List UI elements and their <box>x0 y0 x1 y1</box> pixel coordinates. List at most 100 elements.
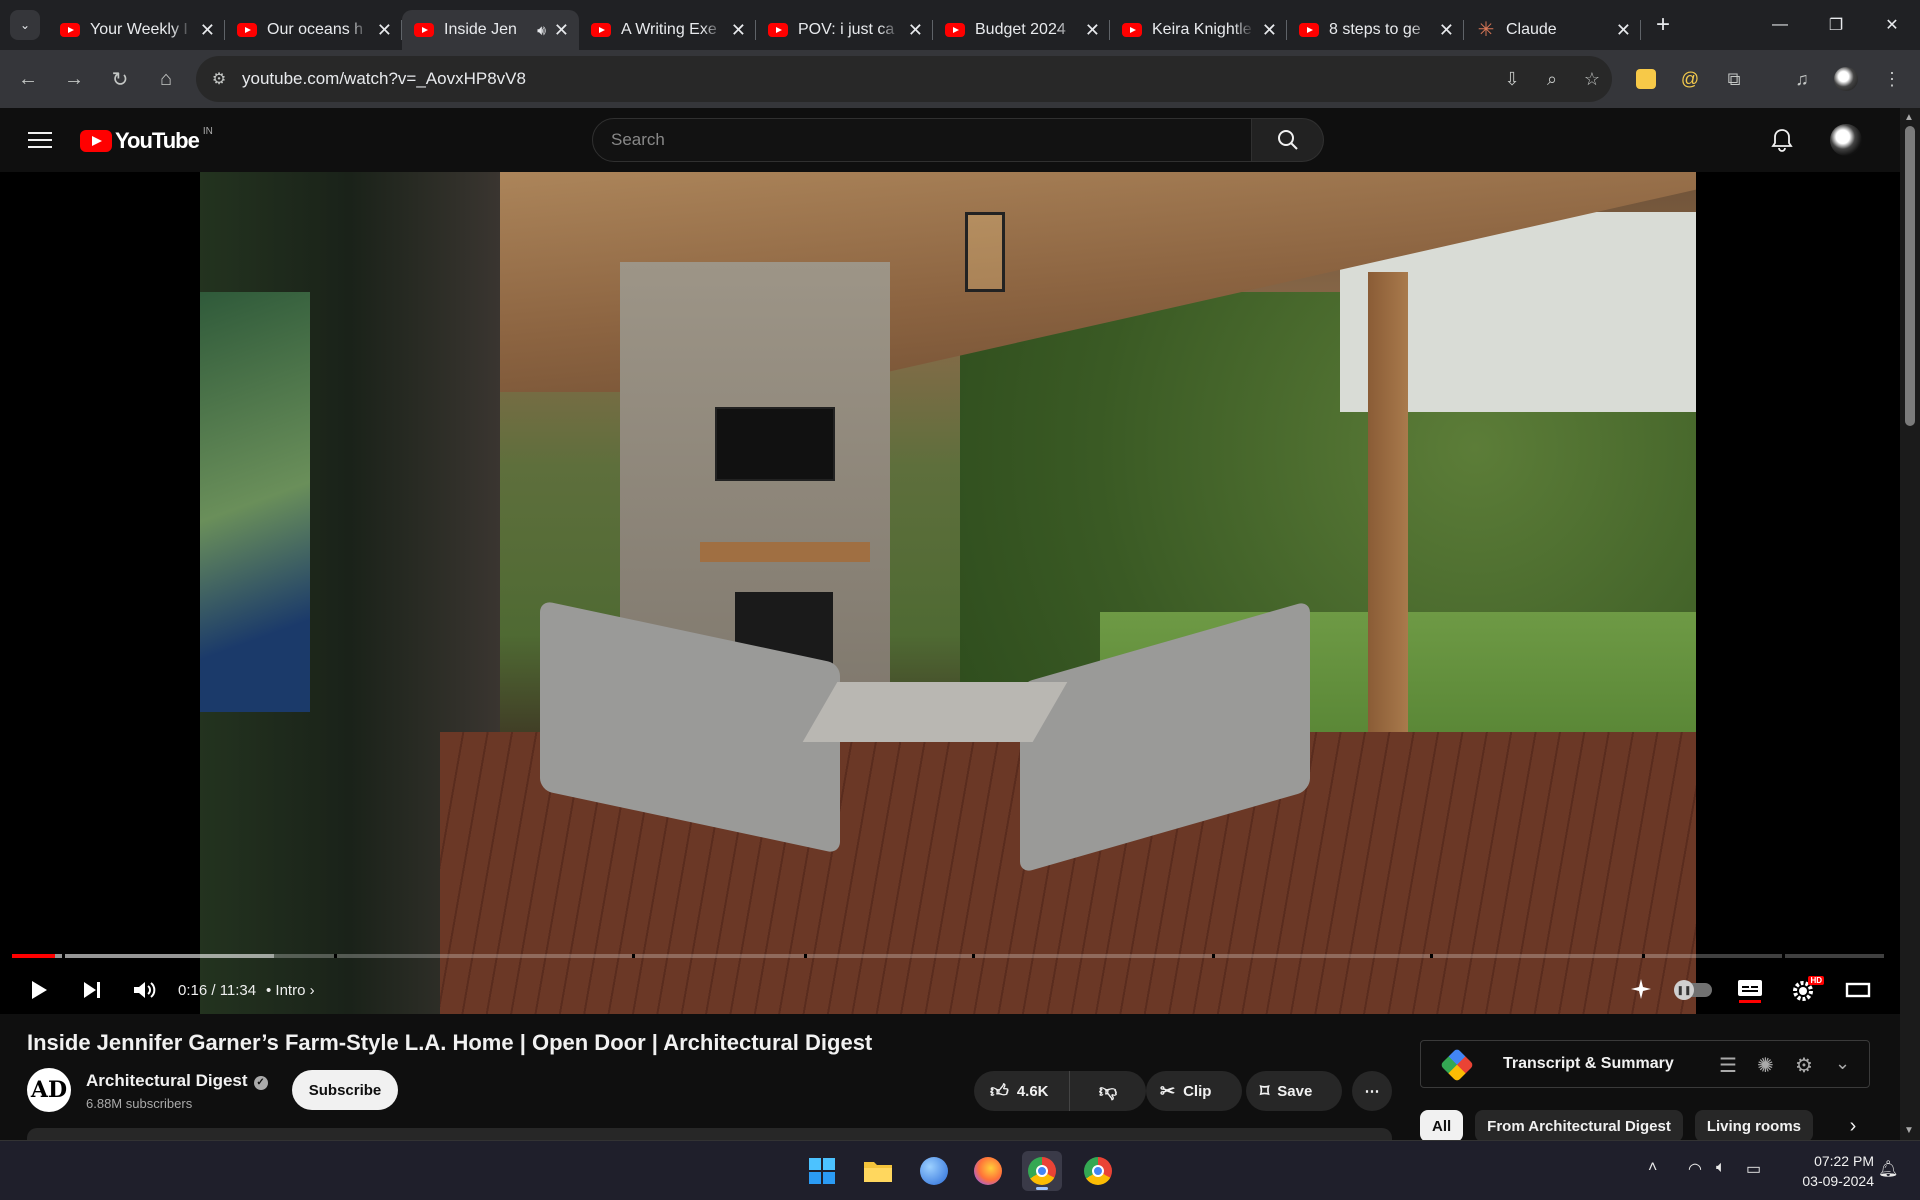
restore-button[interactable]: ❐ <box>1808 0 1864 50</box>
chip-living-rooms[interactable]: Living rooms <box>1694 1110 1814 1142</box>
site-info-icon[interactable]: ⚙ <box>204 64 234 94</box>
chip-from-channel[interactable]: From Architectural Digest <box>1475 1110 1683 1142</box>
youtube-icon <box>1122 23 1142 37</box>
close-tab-icon[interactable]: ✕ <box>1439 20 1454 41</box>
settings-gear-icon[interactable]: ⚙ <box>1795 1053 1813 1078</box>
address-bar[interactable]: ⚙ youtube.com/watch?v=_AovxHP8vV8 ⇩ ⌕ ☆ <box>196 56 1612 102</box>
chapter-title[interactable]: • Intro › <box>266 982 315 999</box>
autoplay-toggle[interactable]: ❚❚ <box>1674 974 1714 1006</box>
battery-icon[interactable]: ▭ <box>1746 1159 1761 1179</box>
tab-title: Budget 2024 <box>975 21 1066 38</box>
browser-tab[interactable]: POV: i just ca ✕ <box>756 10 933 50</box>
system-clock[interactable]: 07:22 PM 03-09-2024 <box>1780 1151 1874 1191</box>
scrollbar-thumb[interactable] <box>1905 126 1915 426</box>
youtube-logo[interactable]: YouTube IN <box>80 126 213 154</box>
home-button[interactable]: ⌂ <box>146 59 186 99</box>
browser-tab[interactable]: Inside Jen 🔊︎ ✕ <box>402 10 579 50</box>
minimize-button[interactable]: — <box>1752 0 1808 50</box>
video-frame[interactable] <box>200 172 1696 1014</box>
speaker-icon[interactable]: 🔈︎ <box>1716 1159 1726 1177</box>
guide-menu-icon[interactable] <box>28 128 52 152</box>
dislike-button[interactable]: 👎︎ <box>1070 1071 1146 1111</box>
close-tab-icon[interactable]: ✕ <box>1085 20 1100 41</box>
account-avatar[interactable] <box>1830 124 1862 156</box>
page-scrollbar[interactable]: ▲ ▼ <box>1900 108 1920 1140</box>
search-button[interactable] <box>1252 118 1324 162</box>
windows-logo-icon <box>809 1158 835 1184</box>
firefox-button[interactable] <box>968 1151 1008 1191</box>
next-button[interactable] <box>76 974 108 1006</box>
save-button[interactable]: ⌑ Save <box>1246 1071 1342 1111</box>
browser-tab[interactable]: Budget 2024 ✕ <box>933 10 1110 50</box>
channel-name-link[interactable]: Architectural Digest ✓ <box>86 1071 268 1091</box>
close-tab-icon[interactable]: ✕ <box>731 20 746 41</box>
close-window-button[interactable]: ✕ <box>1864 0 1920 50</box>
search-input[interactable] <box>611 130 1251 150</box>
openai-icon[interactable]: ✺ <box>1757 1053 1774 1078</box>
scroll-down-arrow-icon[interactable]: ▼ <box>1904 1125 1914 1136</box>
chrome-button[interactable] <box>1022 1151 1062 1191</box>
chips-next-arrow-icon[interactable]: › <box>1833 1110 1873 1142</box>
browser-tab[interactable]: Your Weekly I ✕ <box>48 10 225 50</box>
play-button[interactable] <box>22 974 54 1006</box>
close-tab-icon[interactable]: ✕ <box>377 20 392 41</box>
browser-tab[interactable]: 8 steps to ge ✕ <box>1287 10 1464 50</box>
file-explorer-button[interactable] <box>858 1151 898 1191</box>
tray-overflow-icon[interactable]: ˄ <box>1648 1159 1657 1177</box>
close-tab-icon[interactable]: ✕ <box>554 20 569 41</box>
more-actions-button[interactable]: ⋯ <box>1352 1071 1392 1111</box>
channel-avatar[interactable]: AD <box>27 1068 71 1112</box>
extension-yellow-icon[interactable] <box>1630 63 1662 95</box>
search-box[interactable] <box>592 118 1252 162</box>
extension-at-icon[interactable]: @ <box>1674 63 1706 95</box>
zoom-icon[interactable]: ⌕ <box>1532 69 1572 90</box>
install-app-icon[interactable]: ⇩ <box>1492 69 1532 90</box>
close-tab-icon[interactable]: ✕ <box>200 20 215 41</box>
scroll-up-arrow-icon[interactable]: ▲ <box>1904 112 1914 123</box>
mail-app-button[interactable] <box>914 1151 954 1191</box>
scene-tv <box>715 407 835 481</box>
browser-tab[interactable]: Keira Knightle ✕ <box>1110 10 1287 50</box>
chrome-menu-icon[interactable]: ⋮ <box>1876 63 1908 95</box>
back-button[interactable]: ← <box>8 59 48 99</box>
new-tab-button[interactable]: + <box>1645 7 1681 43</box>
url-text[interactable]: youtube.com/watch?v=_AovxHP8vV8 <box>242 69 1492 89</box>
start-button[interactable] <box>802 1151 842 1191</box>
clip-button[interactable]: ✂ Clip <box>1146 1071 1242 1111</box>
browser-tab[interactable]: A Writing Exe ✕ <box>579 10 756 50</box>
audio-playing-icon[interactable]: 🔊︎ <box>537 22 546 39</box>
media-controls-icon[interactable]: ♫ <box>1786 63 1818 95</box>
browser-tab[interactable]: ✳ Claude ✕ <box>1464 10 1641 50</box>
subscriber-count: 6.88M subscribers <box>86 1096 193 1111</box>
subscribe-button[interactable]: Subscribe <box>292 1070 398 1110</box>
thumbs-down-icon: 👎︎ <box>1098 1081 1118 1101</box>
close-tab-icon[interactable]: ✕ <box>1262 20 1277 41</box>
progress-bar[interactable] <box>12 954 1884 958</box>
transcript-summary-panel[interactable]: Transcript & Summary ☰ ✺ ⚙ ⌄ <box>1420 1040 1870 1088</box>
browser-tab[interactable]: Our oceans h ✕ <box>225 10 402 50</box>
extensions-puzzle-icon[interactable]: ⧉ <box>1718 63 1750 95</box>
chip-all[interactable]: All <box>1420 1110 1464 1142</box>
close-tab-icon[interactable]: ✕ <box>1616 20 1631 41</box>
subtitles-button[interactable] <box>1734 974 1766 1006</box>
chrome-profile-button[interactable] <box>1078 1151 1118 1191</box>
bookmark-star-icon[interactable]: ☆ <box>1572 69 1612 90</box>
tab-search-button[interactable]: ⌄ <box>10 10 40 40</box>
video-player[interactable]: 0:16 / 11:34 • Intro › ❚❚ HD <box>0 172 1900 1014</box>
like-button[interactable]: 👍︎ 4.6K <box>974 1071 1070 1111</box>
clip-label: Clip <box>1183 1082 1212 1100</box>
transcript-icon[interactable]: ☰ <box>1719 1053 1737 1078</box>
ai-sparkle-button[interactable] <box>1626 974 1658 1006</box>
notification-bell-icon[interactable]: 🔔︎ <box>1878 1159 1898 1179</box>
forward-button[interactable]: → <box>54 59 94 99</box>
profile-avatar-icon[interactable] <box>1830 63 1862 95</box>
logo-wordmark: YouTube <box>115 128 200 153</box>
theater-mode-button[interactable] <box>1842 974 1874 1006</box>
chevron-down-icon[interactable]: ⌄ <box>1835 1053 1850 1074</box>
close-tab-icon[interactable]: ✕ <box>908 20 923 41</box>
volume-button[interactable] <box>128 974 160 1006</box>
wifi-icon[interactable]: ◠ <box>1688 1159 1702 1179</box>
settings-button[interactable]: HD <box>1788 974 1824 1006</box>
notifications-button[interactable] <box>1768 126 1796 154</box>
reload-button[interactable]: ↻ <box>100 59 140 99</box>
